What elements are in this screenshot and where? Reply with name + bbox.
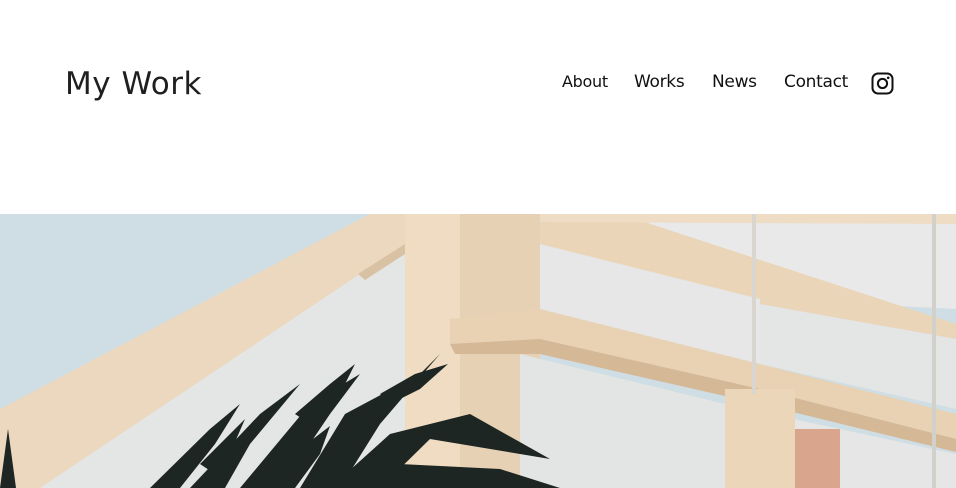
hero-image (0, 214, 956, 488)
site-header: My Work About Works News Contact (0, 0, 956, 214)
instagram-icon[interactable] (871, 72, 894, 95)
nav-link-news[interactable]: News (712, 72, 757, 92)
nav-link-contact[interactable]: Contact (784, 72, 848, 92)
nav-link-works[interactable]: Works (634, 72, 685, 92)
nav-link-about[interactable]: About (562, 72, 608, 91)
main-nav: About Works News Contact (0, 70, 956, 98)
